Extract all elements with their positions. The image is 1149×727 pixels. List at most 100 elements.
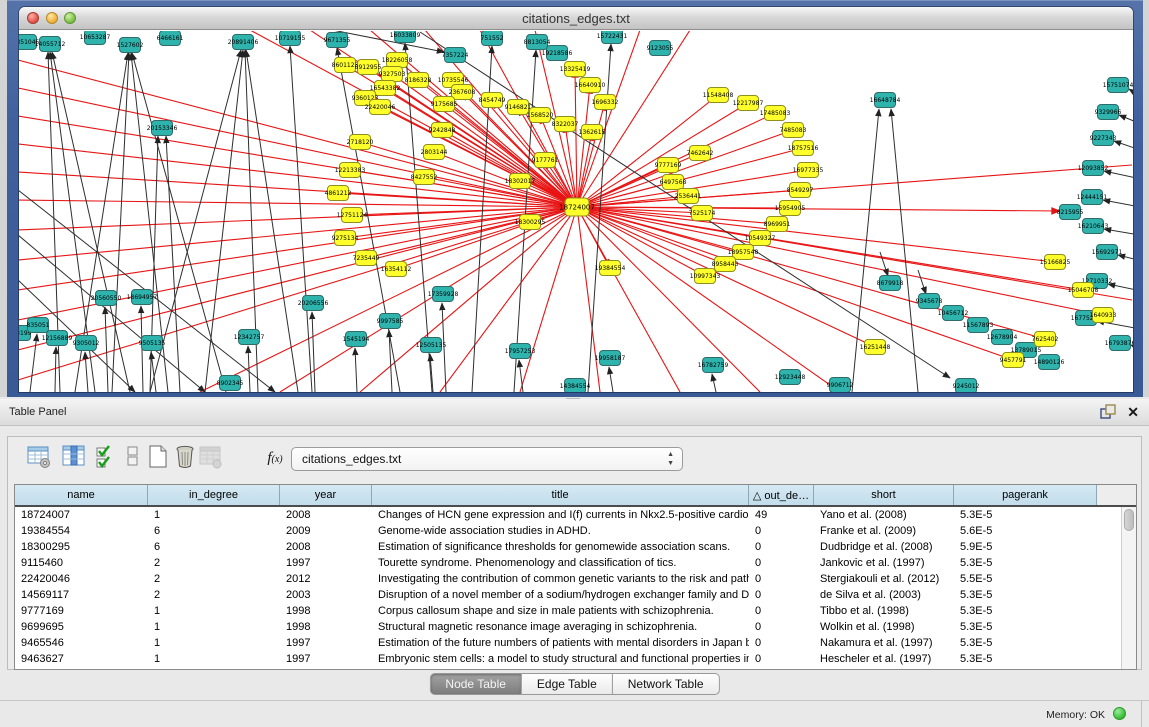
graph-node[interactable]: 16782759 bbox=[698, 358, 729, 373]
stacked-cells-icon[interactable] bbox=[119, 444, 147, 472]
column-header-in_degree[interactable]: in_degree bbox=[148, 485, 280, 505]
graph-node[interactable]: 19958187 bbox=[595, 351, 626, 366]
table-row[interactable]: 1938455462009Genome-wide association stu… bbox=[15, 523, 1121, 539]
graph-node[interactable]: 14055712 bbox=[35, 37, 66, 52]
graph-node[interactable]: 12678904 bbox=[987, 330, 1018, 345]
graph-node[interactable]: 6497568 bbox=[660, 175, 687, 190]
graph-node[interactable]: 8427552 bbox=[411, 170, 438, 185]
graph-node[interactable]: 20560550 bbox=[91, 291, 122, 306]
graph-node[interactable]: 22420046 bbox=[365, 100, 396, 115]
graph-node[interactable]: 9505135 bbox=[139, 336, 166, 351]
graph-node[interactable]: 16033809 bbox=[390, 31, 421, 43]
graph-node[interactable]: 19384554 bbox=[595, 261, 626, 276]
graph-node[interactable]: 9175685 bbox=[431, 97, 458, 112]
graph-node[interactable]: 9906712 bbox=[827, 378, 854, 393]
column-header-out_de[interactable]: △ out_de… bbox=[749, 485, 814, 505]
graph-node[interactable]: 9177761 bbox=[532, 153, 559, 168]
graph-node[interactable]: 14384554 bbox=[560, 379, 591, 393]
graph-node[interactable]: 9123055 bbox=[647, 41, 674, 56]
trash-icon[interactable] bbox=[171, 444, 199, 472]
graph-node[interactable]: 10456712 bbox=[938, 306, 969, 321]
select-rows-icon[interactable] bbox=[93, 444, 121, 472]
memory-ok-indicator[interactable] bbox=[1113, 707, 1126, 720]
graph-node[interactable]: 15722431 bbox=[597, 31, 628, 44]
graph-node[interactable]: 18226058 bbox=[382, 53, 413, 68]
graph-node[interactable]: 20206556 bbox=[298, 296, 329, 311]
table-row[interactable]: 946362711997Embryonic stem cells: a mode… bbox=[15, 651, 1121, 667]
table-row[interactable]: 969969511998Structural magnetic resonanc… bbox=[15, 619, 1121, 635]
close-panel-icon[interactable]: ✕ bbox=[1127, 403, 1139, 421]
graph-node[interactable]: 8215955 bbox=[1057, 205, 1084, 220]
table-row[interactable]: 977716911998Corpus callosum shape and si… bbox=[15, 603, 1121, 619]
graph-node[interactable]: 15692971 bbox=[1092, 245, 1123, 260]
graph-node[interactable]: 12093852 bbox=[1078, 161, 1109, 176]
graph-node[interactable]: 2803144 bbox=[421, 145, 448, 160]
graph-node[interactable]: 1696332 bbox=[592, 95, 619, 110]
graph-node[interactable]: 12213383 bbox=[335, 163, 366, 178]
graph-node[interactable]: 7357224 bbox=[442, 48, 469, 63]
graph-node[interactable]: 9327503 bbox=[379, 67, 406, 82]
graph-node[interactable]: 9242848 bbox=[429, 123, 456, 138]
table-row[interactable]: 2242004622012Investigating the contribut… bbox=[15, 571, 1121, 587]
scrollbar-thumb[interactable] bbox=[1124, 509, 1134, 531]
graph-node[interactable]: 7525174 bbox=[689, 206, 716, 221]
function-builder-icon[interactable]: f(x) bbox=[261, 444, 289, 472]
graph-node[interactable]: 12505135 bbox=[416, 338, 447, 353]
graph-node[interactable]: 9329966 bbox=[1095, 105, 1122, 120]
graph-node[interactable]: 9227343 bbox=[1090, 131, 1117, 146]
graph-node[interactable]: 16640910 bbox=[575, 78, 606, 93]
graph-node[interactable]: 16648784 bbox=[870, 93, 901, 108]
new-document-icon[interactable] bbox=[144, 444, 172, 472]
graph-node[interactable]: 9671355 bbox=[324, 33, 351, 48]
graph-node[interactable]: 17957253 bbox=[505, 344, 536, 359]
graph-node[interactable]: 8912955 bbox=[355, 60, 382, 75]
graph-node[interactable]: 8322037 bbox=[552, 117, 579, 132]
graph-node[interactable]: 12923448 bbox=[775, 370, 806, 385]
table-row[interactable]: 911546021997Tourette syndrome. Phenomeno… bbox=[15, 555, 1121, 571]
graph-node[interactable]: 1545194 bbox=[343, 332, 370, 347]
graph-node[interactable]: 8186328 bbox=[405, 73, 432, 88]
table-row[interactable]: 1830029562008Estimation of significance … bbox=[15, 539, 1121, 555]
graph-node[interactable]: 8902345 bbox=[217, 376, 244, 391]
show-columns-icon[interactable] bbox=[60, 444, 88, 472]
graph-node[interactable]: 18302017 bbox=[505, 174, 536, 189]
graph-node[interactable]: 9997585 bbox=[377, 314, 404, 329]
graph-node[interactable]: 9275134 bbox=[332, 231, 359, 246]
column-header-year[interactable]: year bbox=[280, 485, 372, 505]
graph-node[interactable]: 10549327 bbox=[745, 231, 776, 246]
graph-node[interactable]: 1362615 bbox=[579, 125, 606, 140]
graph-node[interactable]: 11567893 bbox=[963, 318, 994, 333]
graph-node[interactable]: 8454749 bbox=[479, 93, 506, 108]
table-options-icon[interactable] bbox=[25, 444, 53, 472]
graph-node[interactable]: 2718120 bbox=[347, 135, 374, 150]
graph-node[interactable]: 16210643 bbox=[1078, 219, 1109, 234]
graph-node[interactable]: 15751074 bbox=[1103, 78, 1133, 93]
graph-node[interactable]: 20891406 bbox=[228, 35, 259, 50]
graph-node[interactable]: 10719155 bbox=[275, 31, 306, 46]
graph-node[interactable]: 15166825 bbox=[1040, 255, 1071, 270]
graph-node[interactable]: 12444151 bbox=[1077, 190, 1108, 205]
graph-node[interactable]: 17485083 bbox=[760, 106, 791, 121]
column-header-name[interactable]: name bbox=[15, 485, 148, 505]
column-header-short[interactable]: short bbox=[814, 485, 954, 505]
table-row[interactable]: 946554611997Estimation of the future num… bbox=[15, 635, 1121, 651]
graph-node[interactable]: 14890126 bbox=[1034, 355, 1065, 370]
graph-node[interactable]: 12751124 bbox=[337, 208, 368, 223]
graph-node[interactable]: 10653287 bbox=[80, 31, 111, 45]
graph-node[interactable]: 16793876 bbox=[1105, 336, 1133, 351]
graph-node[interactable]: 8958443 bbox=[712, 257, 739, 272]
graph-node[interactable]: 1640933 bbox=[1090, 308, 1117, 323]
graph-node[interactable]: 20153346 bbox=[147, 121, 178, 136]
graph-node[interactable]: 7485083 bbox=[780, 123, 807, 138]
network-canvas[interactable]: 8351045140557121065328715276026466161208… bbox=[19, 31, 1133, 392]
graph-node[interactable]: 16977335 bbox=[793, 163, 824, 178]
graph-node[interactable]: 1527602 bbox=[117, 38, 144, 53]
table-row[interactable]: 1872400712008Changes of HCN gene express… bbox=[15, 507, 1121, 523]
graph-node[interactable]: 9305012 bbox=[73, 336, 100, 351]
graph-node[interactable]: 13325419 bbox=[560, 62, 591, 77]
graph-node[interactable]: 8679918 bbox=[877, 276, 904, 291]
graph-node[interactable]: 751552 bbox=[481, 31, 504, 46]
graph-node[interactable]: 18300295 bbox=[515, 215, 546, 230]
tab-network-table[interactable]: Network Table bbox=[613, 673, 720, 695]
graph-node[interactable]: 19218586 bbox=[542, 46, 573, 61]
